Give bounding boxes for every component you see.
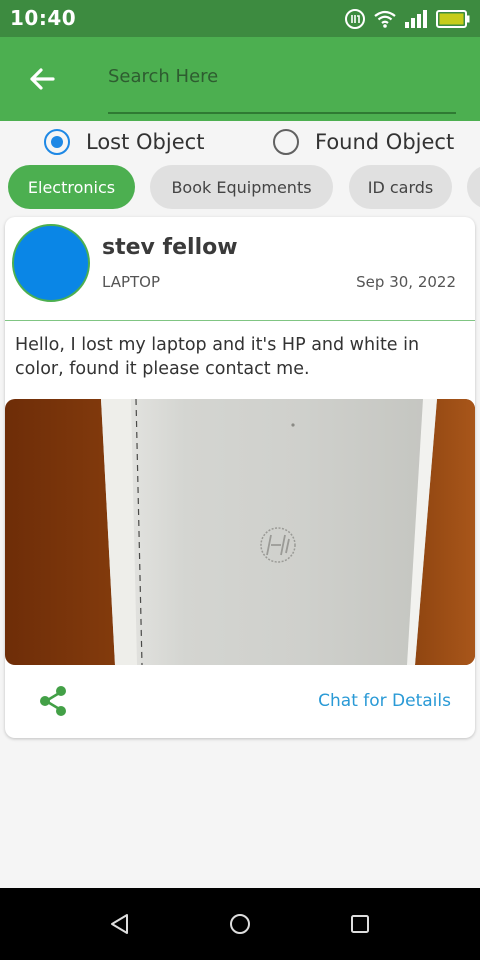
back-triangle-icon: [111, 914, 128, 934]
found-object-label: Found Object: [315, 130, 455, 154]
arrow-back-icon: [30, 68, 55, 90]
status-time: 10:40: [10, 6, 77, 30]
found-object-radio[interactable]: Found Object: [273, 129, 454, 155]
signal-icon: [404, 10, 428, 28]
category-chips: Electronics Book Equipments ID cards: [0, 163, 480, 213]
app-bar: [0, 37, 480, 121]
chip-electronics[interactable]: Electronics: [8, 165, 135, 209]
post-user-name: stev fellow: [102, 235, 238, 260]
system-nav-bar: [0, 888, 480, 960]
search-input[interactable]: [108, 61, 456, 91]
status-bar: 10:40: [0, 0, 480, 37]
data-saver-icon: [344, 8, 366, 30]
chip-book-equipments[interactable]: Book Equipments: [150, 165, 333, 209]
card-divider: [5, 320, 475, 321]
lost-object-label: Lost Object: [86, 130, 205, 154]
recents-square-icon: [351, 915, 369, 933]
nav-recents-button[interactable]: [340, 908, 380, 940]
nav-back-button[interactable]: [100, 908, 140, 940]
chip-more[interactable]: [467, 165, 480, 209]
chip-id-cards[interactable]: ID cards: [349, 165, 452, 209]
battery-icon: [436, 10, 470, 28]
search-underline: [108, 112, 456, 114]
home-circle-icon: [230, 914, 250, 934]
post-text: Hello, I lost my laptop and it's HP and …: [15, 335, 420, 379]
object-type-filter: Lost Object Found Object: [0, 121, 480, 163]
lost-object-radio[interactable]: Lost Object: [44, 129, 204, 155]
post-date: Sep 30, 2022: [356, 273, 456, 291]
post-category: LAPTOP: [102, 273, 161, 291]
avatar[interactable]: [12, 224, 90, 302]
chat-for-details-link[interactable]: Chat for Details: [318, 691, 451, 711]
share-icon: [40, 686, 66, 716]
wifi-icon: [374, 10, 396, 28]
post-card: stev fellow LAPTOP Sep 30, 2022 Hello, I…: [5, 217, 475, 738]
status-icons: [344, 8, 470, 30]
radio-unchecked-icon: [273, 129, 299, 155]
nav-home-button[interactable]: [220, 908, 260, 940]
back-button[interactable]: [20, 59, 64, 99]
post-image[interactable]: [5, 399, 475, 665]
share-button[interactable]: [35, 683, 71, 719]
radio-checked-icon: [44, 129, 70, 155]
